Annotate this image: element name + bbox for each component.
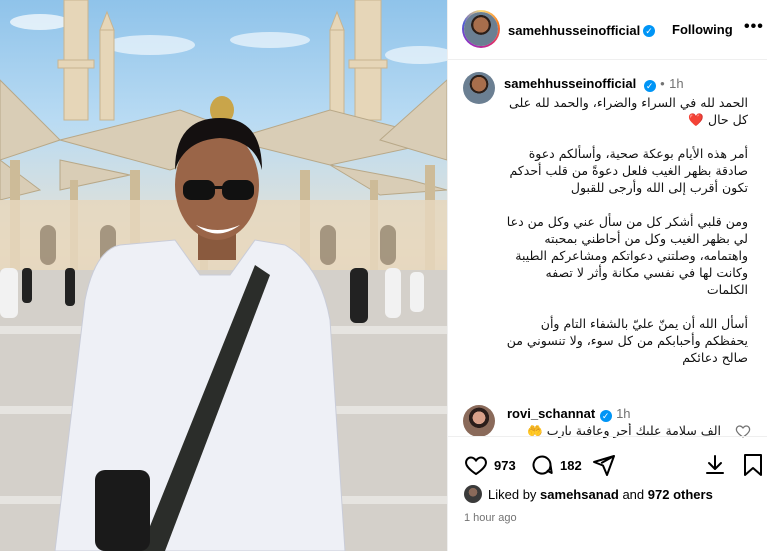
bookmark-icon[interactable]: [742, 453, 764, 477]
caption-avatar[interactable]: [463, 72, 495, 104]
post-panel: samehhusseinofficial ✓ Following ••• sam…: [447, 0, 767, 551]
separator-dot: •: [660, 76, 665, 91]
verified-icon: ✓: [643, 25, 655, 37]
caption-header: samehhusseinofficial ✓ • 1h: [504, 75, 684, 93]
save-icon[interactable]: [703, 453, 727, 477]
liked-by-avatar[interactable]: [464, 485, 482, 503]
action-bar: 973 182 Liked by samehsanad and 972 othe…: [448, 436, 767, 551]
post-timestamp[interactable]: 1 hour ago: [464, 512, 517, 524]
caption-paragraph: أسأل الله أن يمنّ عليّ بالشفاء التام وأن…: [506, 316, 748, 365]
caption-username[interactable]: samehhusseinofficial: [504, 76, 636, 91]
more-icon[interactable]: •••: [744, 18, 764, 36]
verified-icon: ✓: [599, 410, 612, 422]
heart-icon[interactable]: [464, 453, 488, 477]
share-icon[interactable]: [592, 453, 616, 477]
liked-by-user[interactable]: samehsanad: [540, 487, 619, 502]
like-action[interactable]: 973: [464, 453, 516, 477]
comment-header: rovi_schannat ✓ 1h: [507, 405, 631, 423]
following-button[interactable]: Following: [672, 22, 733, 37]
commenter-username[interactable]: rovi_schannat: [507, 406, 595, 421]
caption-section: samehhusseinofficial ✓ • 1h الحمد لله في…: [448, 60, 767, 435]
verified-icon: ✓: [643, 80, 656, 92]
bookmark-action[interactable]: [742, 453, 764, 477]
heart-emoji: ❤️: [688, 112, 704, 127]
author-username[interactable]: samehhusseinofficial: [508, 23, 640, 38]
caption-time[interactable]: 1h: [669, 76, 683, 91]
comment-time[interactable]: 1h: [616, 406, 630, 421]
comments-count[interactable]: 182: [560, 458, 582, 473]
liked-by: Liked by samehsanad and 972 others: [464, 485, 713, 503]
post-header: samehhusseinofficial ✓ Following •••: [448, 0, 767, 60]
photo-illustration: [0, 0, 447, 551]
post-photo[interactable]: [0, 0, 447, 551]
comment-action[interactable]: 182: [530, 453, 582, 477]
share-action[interactable]: [592, 453, 616, 477]
caption-paragraph: الحمد لله في السراء والضراء، والحمد لله …: [509, 95, 748, 127]
liked-by-others[interactable]: 972 others: [648, 487, 713, 502]
author-avatar[interactable]: [462, 10, 500, 48]
likes-count[interactable]: 973: [494, 458, 516, 473]
save-action[interactable]: [703, 453, 727, 477]
commenter-avatar[interactable]: [463, 405, 495, 437]
caption-paragraph: أمر هذه الأيام بوعكة صحية، وأسألكم دعوة …: [509, 146, 748, 195]
caption-text: الحمد لله في السراء والضراء، والحمد لله …: [504, 94, 748, 383]
comment-icon[interactable]: [530, 453, 554, 477]
caption-paragraph: ومن قلبي أشكر كل من سأل عني وكل من دعا ل…: [506, 214, 748, 297]
